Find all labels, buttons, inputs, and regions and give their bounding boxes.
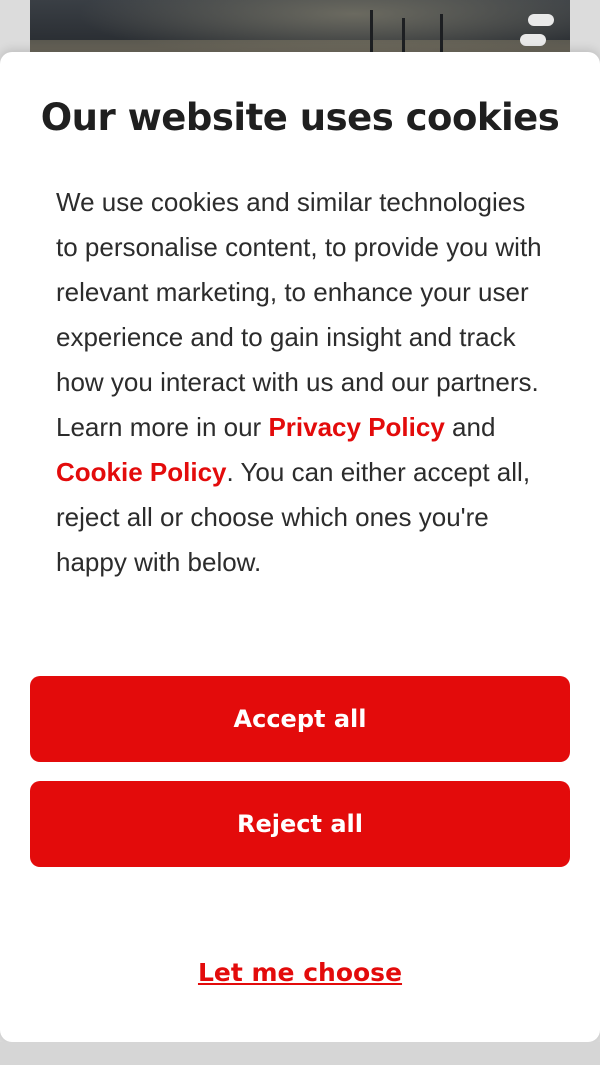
reject-all-button[interactable]: Reject all xyxy=(30,781,570,867)
bottom-strip xyxy=(0,1042,600,1065)
description-and: and xyxy=(444,412,496,442)
page: Our website uses cookies We use cookies … xyxy=(0,0,600,1065)
let-me-choose-link[interactable]: Let me choose xyxy=(0,958,600,987)
accept-all-button[interactable]: Accept all xyxy=(30,676,570,762)
cookie-consent-modal: Our website uses cookies We use cookies … xyxy=(0,52,600,1042)
cookie-policy-link[interactable]: Cookie Policy xyxy=(56,457,227,487)
description-intro: We use cookies and similar technologies … xyxy=(56,187,542,442)
privacy-policy-link[interactable]: Privacy Policy xyxy=(268,412,444,442)
modal-title: Our website uses cookies xyxy=(40,96,560,139)
cookie-description: We use cookies and similar technologies … xyxy=(56,180,546,585)
